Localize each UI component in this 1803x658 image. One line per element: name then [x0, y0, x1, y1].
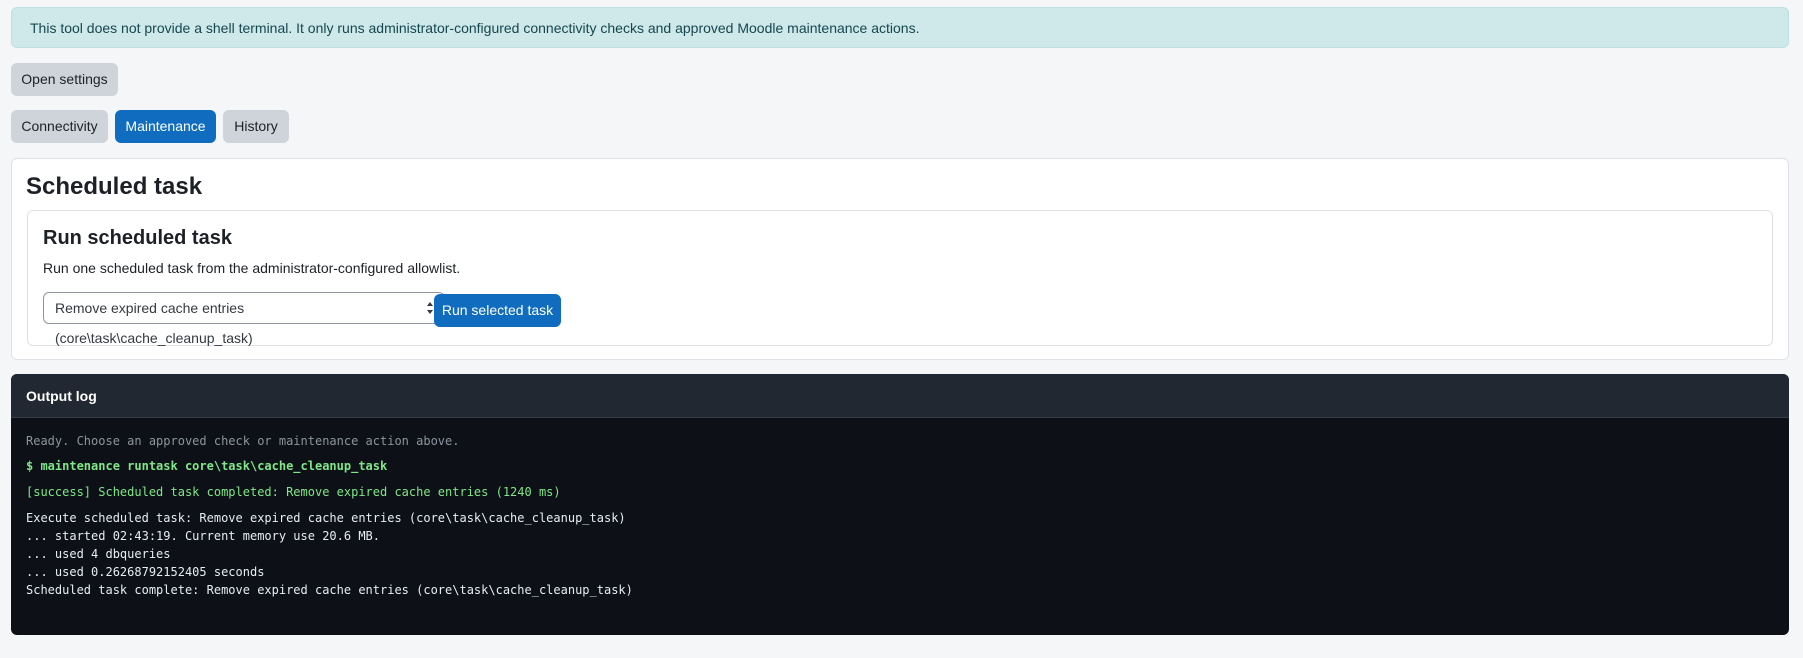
scheduled-task-card: Scheduled task Run scheduled task Run on… — [11, 158, 1789, 360]
log-command-line: $ maintenance runtask core\task\cache_cl… — [26, 459, 388, 473]
tab-connectivity[interactable]: Connectivity — [11, 110, 108, 143]
log-ready-line: Ready. Choose an approved check or maint… — [26, 434, 460, 448]
log-detail-line: Scheduled task complete: Remove expired … — [26, 583, 633, 597]
open-settings-button[interactable]: Open settings — [11, 63, 118, 96]
select-arrows-icon — [427, 302, 433, 314]
output-log-panel: Output log Ready. Choose an approved che… — [11, 374, 1789, 635]
task-select[interactable]: Remove expired cache entries (core\task\… — [43, 292, 445, 346]
run-scheduled-task-card: Run scheduled task Run one scheduled tas… — [27, 210, 1773, 346]
info-notice: This tool does not provide a shell termi… — [11, 7, 1789, 48]
output-log-header: Output log — [11, 374, 1789, 418]
log-detail-line: Execute scheduled task: Remove expired c… — [26, 511, 626, 525]
tab-history[interactable]: History — [223, 110, 289, 143]
run-scheduled-task-heading: Run scheduled task — [43, 227, 232, 249]
log-detail-line: ... started 02:43:19. Current memory use… — [26, 529, 381, 543]
info-notice-text: This tool does not provide a shell termi… — [30, 20, 920, 36]
page: This tool does not provide a shell termi… — [0, 0, 1803, 658]
tab-maintenance[interactable]: Maintenance — [115, 110, 216, 143]
log-success-line: [success] Scheduled task completed: Remo… — [26, 485, 561, 499]
log-detail-line: ... used 0.26268792152405 seconds — [26, 565, 265, 579]
log-detail-line: ... used 4 dbqueries — [26, 547, 171, 561]
run-scheduled-task-description: Run one scheduled task from the administ… — [43, 260, 461, 276]
scheduled-task-heading: Scheduled task — [26, 173, 203, 200]
task-select-value: Remove expired cache entries (core\task\… — [55, 300, 253, 346]
run-selected-task-button[interactable]: Run selected task — [434, 294, 561, 327]
